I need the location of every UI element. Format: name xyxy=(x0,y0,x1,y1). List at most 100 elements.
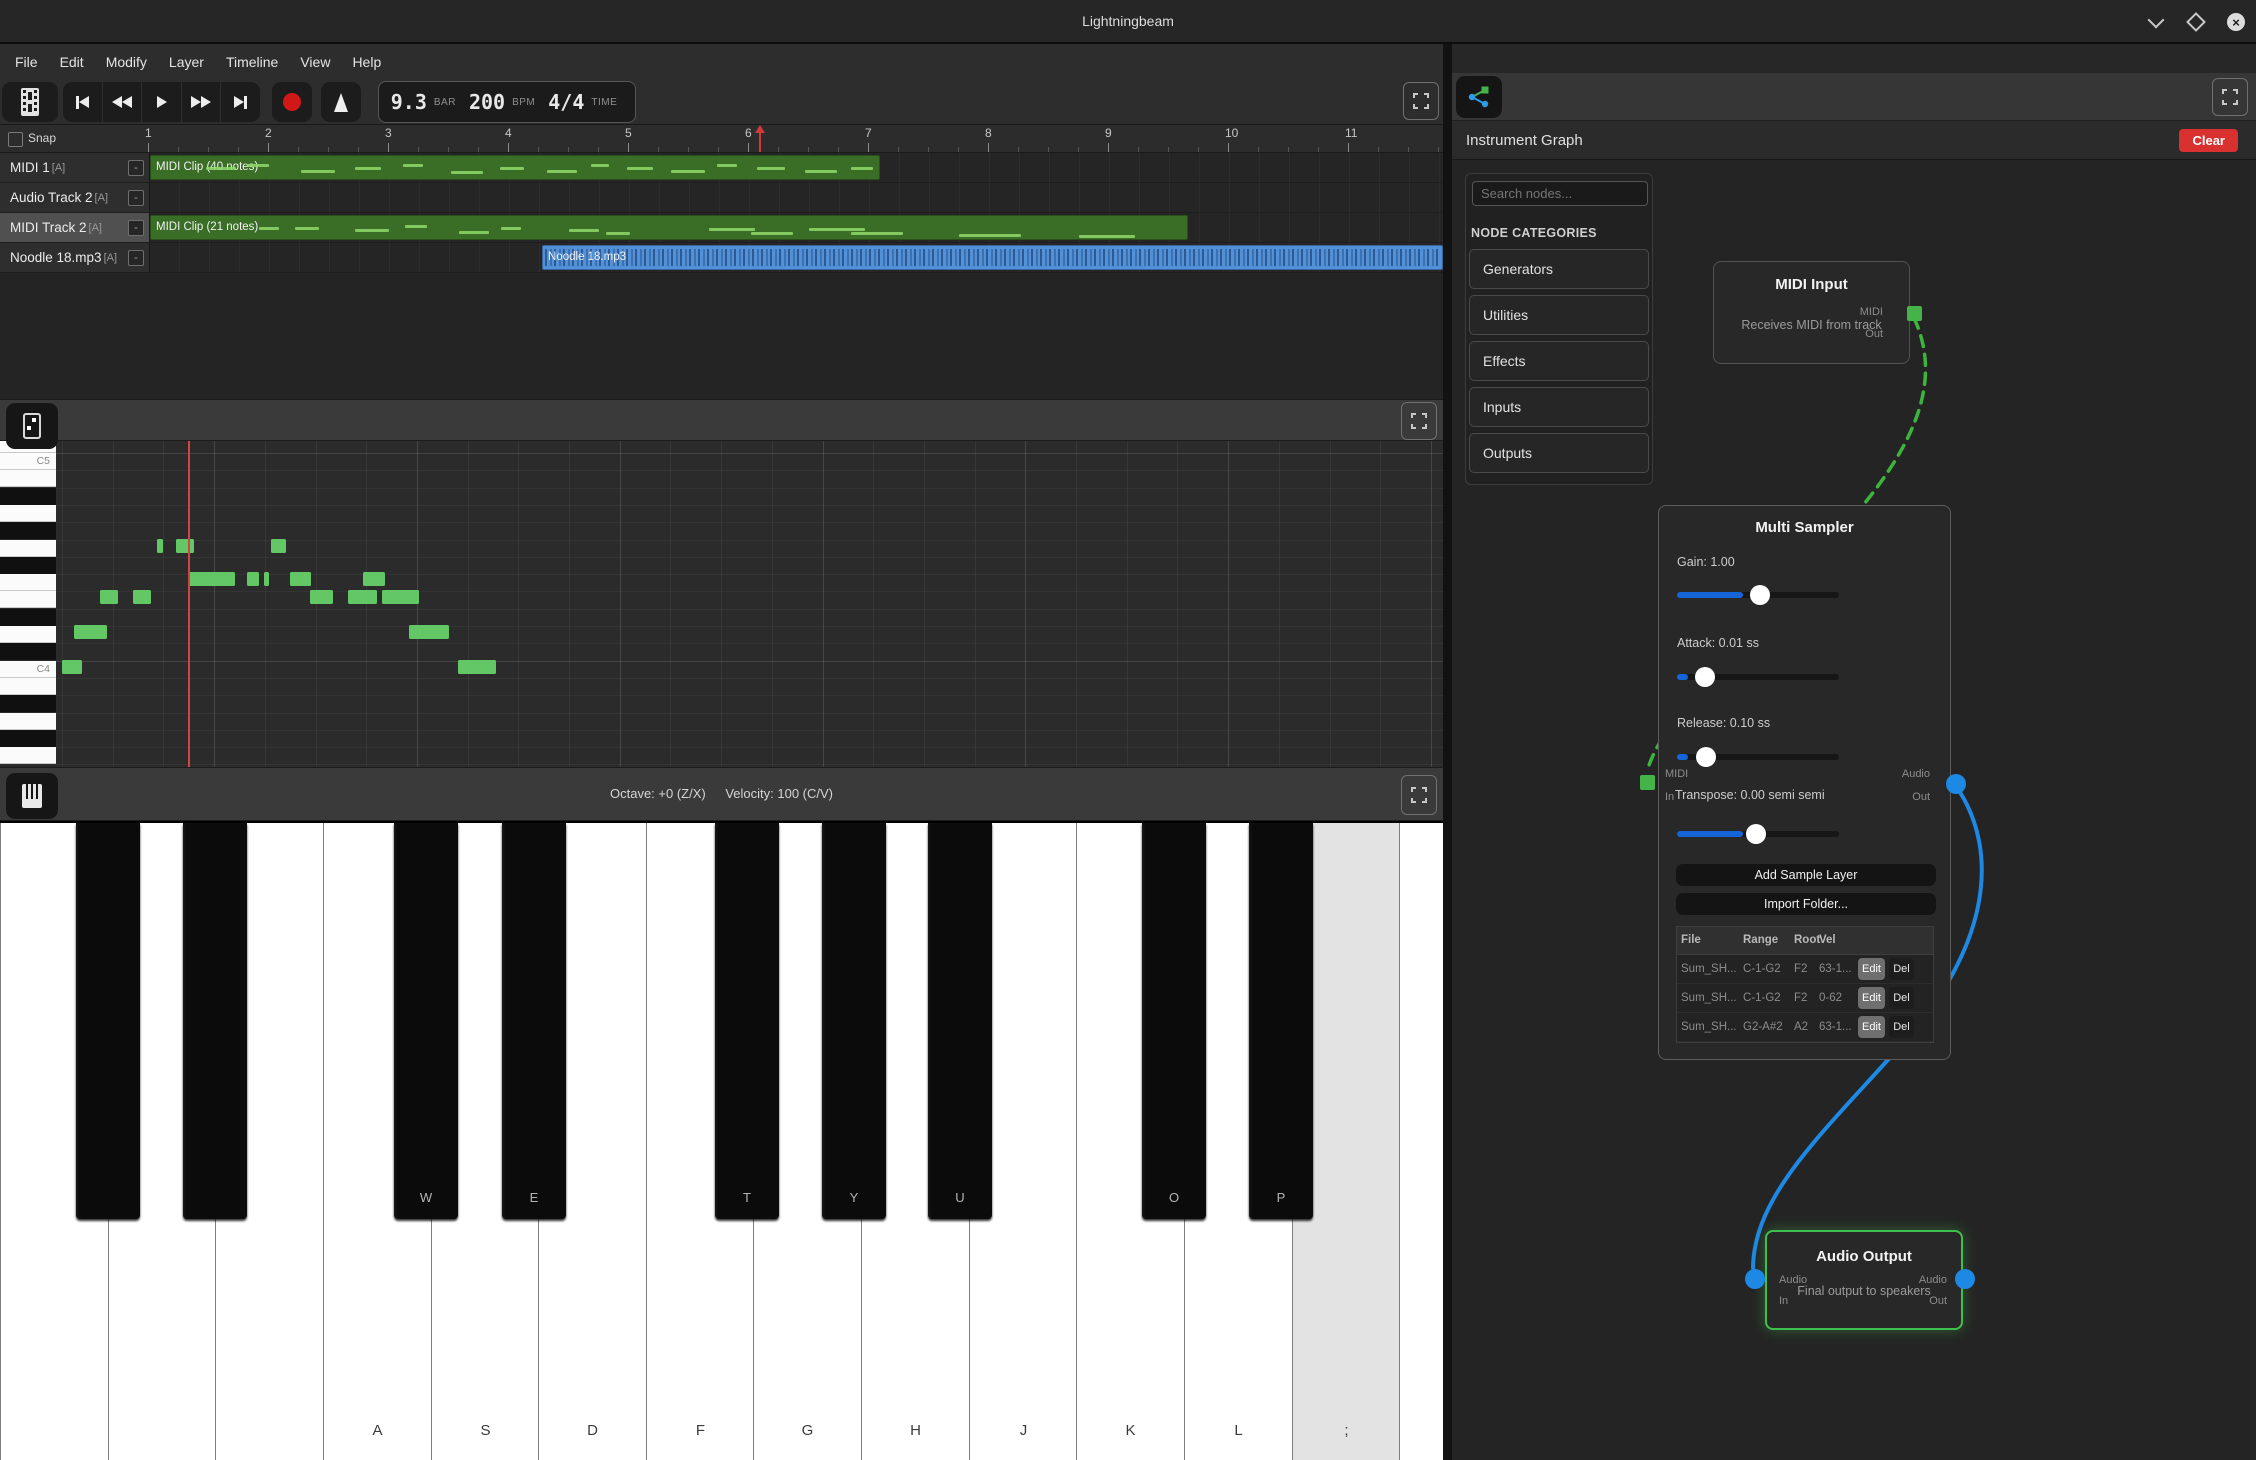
track-label-2[interactable]: Audio Track 2[A]- xyxy=(0,183,150,212)
midi-clip[interactable]: MIDI Clip (21 notes) xyxy=(150,215,1188,240)
audio-out-connector[interactable] xyxy=(1946,774,1966,794)
piano-roll-note[interactable] xyxy=(382,590,419,604)
graph-fullscreen-button[interactable] xyxy=(2212,78,2248,116)
piano-roll-playhead[interactable] xyxy=(188,441,190,767)
edit-layer-button[interactable]: Edit xyxy=(1858,958,1885,980)
piano-roll-note[interactable] xyxy=(458,660,496,674)
audio-clip[interactable]: Noodle 18.mp3 xyxy=(542,245,1443,270)
black-key[interactable]: T xyxy=(715,823,779,1219)
track-lane[interactable]: MIDI Clip (40 notes) xyxy=(150,153,1443,182)
black-key[interactable]: W xyxy=(394,823,458,1219)
mute-checkbox[interactable]: - xyxy=(128,160,144,176)
midi-clip[interactable]: MIDI Clip (40 notes) xyxy=(150,155,880,180)
snap-checkbox[interactable] xyxy=(8,132,23,147)
piano-roll-note[interactable] xyxy=(348,590,377,604)
menu-item-layer[interactable]: Layer xyxy=(158,50,215,74)
record-button[interactable] xyxy=(272,82,312,122)
piano-roll-key[interactable] xyxy=(0,522,56,539)
piano-roll-key[interactable] xyxy=(0,557,56,574)
param-slider[interactable] xyxy=(1677,674,1839,680)
piano-roll-key[interactable] xyxy=(0,678,56,695)
delete-layer-button[interactable]: Del xyxy=(1889,1016,1914,1038)
mute-checkbox[interactable]: - xyxy=(128,220,144,236)
piano-roll-note[interactable] xyxy=(74,625,107,639)
category-button-inputs[interactable]: Inputs xyxy=(1469,387,1649,427)
black-key[interactable]: P xyxy=(1249,823,1313,1219)
piano-roll-key[interactable] xyxy=(0,643,56,660)
piano-roll-note[interactable] xyxy=(310,590,333,604)
piano-roll-note[interactable] xyxy=(157,539,163,553)
category-button-utilities[interactable]: Utilities xyxy=(1469,295,1649,335)
add-sample-layer-button[interactable]: Add Sample Layer xyxy=(1676,864,1936,886)
black-key[interactable]: E xyxy=(502,823,566,1219)
track-lane[interactable] xyxy=(150,183,1443,212)
piano-roll-key[interactable] xyxy=(0,747,56,764)
param-slider[interactable] xyxy=(1677,592,1839,598)
timeline-ruler[interactable]: Snap 1234567891011 xyxy=(0,125,1443,153)
track-lane[interactable]: MIDI Clip (21 notes) xyxy=(150,213,1443,242)
piano-roll-note[interactable] xyxy=(247,572,259,586)
virtual-keyboard[interactable]: ASDFGHJKL;WETYUOP xyxy=(0,821,1443,1460)
film-view-button[interactable] xyxy=(2,82,58,122)
menu-item-modify[interactable]: Modify xyxy=(95,50,158,74)
piano-roll-key[interactable] xyxy=(0,713,56,730)
metronome-button[interactable] xyxy=(321,82,361,122)
slider-thumb[interactable] xyxy=(1696,747,1716,767)
piano-roll-note[interactable] xyxy=(100,590,118,604)
piano-roll-key[interactable]: C5 xyxy=(0,453,56,470)
node-graph-view-button[interactable] xyxy=(1456,76,1502,118)
audio-in-connector[interactable] xyxy=(1745,1269,1765,1289)
minimize-button[interactable] xyxy=(2146,12,2166,32)
piano-roll-key[interactable] xyxy=(0,591,56,608)
fast-forward-button[interactable] xyxy=(182,82,222,122)
clear-button[interactable]: Clear xyxy=(2179,129,2238,152)
skip-back-button[interactable] xyxy=(63,82,103,122)
menu-item-timeline[interactable]: Timeline xyxy=(215,50,289,74)
black-key[interactable]: Y xyxy=(822,823,886,1219)
piano-roll-key[interactable] xyxy=(0,505,56,522)
keyboard-view-button[interactable] xyxy=(6,773,58,819)
piano-roll-key[interactable]: C4 xyxy=(0,661,56,678)
piano-roll-key[interactable] xyxy=(0,626,56,643)
piano-roll-key[interactable] xyxy=(0,695,56,712)
delete-layer-button[interactable]: Del xyxy=(1889,958,1914,980)
param-slider[interactable] xyxy=(1677,754,1839,760)
menu-item-file[interactable]: File xyxy=(4,50,49,74)
piano-roll-note[interactable] xyxy=(363,572,385,586)
piano-roll-key[interactable] xyxy=(0,730,56,747)
slider-thumb[interactable] xyxy=(1750,585,1770,605)
midi-out-connector[interactable] xyxy=(1907,306,1922,321)
menu-item-view[interactable]: View xyxy=(289,50,341,74)
piano-roll-note[interactable] xyxy=(290,572,311,586)
piano-roll-key[interactable] xyxy=(0,540,56,557)
skip-forward-button[interactable] xyxy=(221,82,260,122)
track-lane[interactable]: Noodle 18.mp3 xyxy=(150,243,1443,272)
transpose-slider[interactable] xyxy=(1677,831,1839,837)
multi-sampler-node[interactable]: Multi Sampler Gain: 1.00Attack: 0.01 ssR… xyxy=(1658,505,1951,1060)
playhead-marker[interactable] xyxy=(759,126,761,152)
piano-roll-note[interactable] xyxy=(271,539,286,553)
midi-input-node[interactable]: MIDI Input Receives MIDI from track MIDI… xyxy=(1713,261,1910,364)
keyboard-fullscreen-button[interactable] xyxy=(1401,775,1437,815)
play-button[interactable] xyxy=(142,82,182,122)
audio-out-connector[interactable] xyxy=(1955,1269,1975,1289)
close-button[interactable]: × xyxy=(2226,12,2246,32)
piano-roll-view-button[interactable] xyxy=(6,403,58,449)
piano-roll-key[interactable] xyxy=(0,574,56,591)
slider-thumb[interactable] xyxy=(1695,667,1715,687)
piano-roll-note[interactable] xyxy=(62,660,82,674)
piano-roll-note[interactable] xyxy=(176,539,194,553)
piano-roll-note[interactable] xyxy=(409,625,449,639)
menu-item-help[interactable]: Help xyxy=(341,50,392,74)
black-key[interactable]: U xyxy=(928,823,992,1219)
piano-roll-note[interactable] xyxy=(188,572,235,586)
edit-layer-button[interactable]: Edit xyxy=(1858,1016,1885,1038)
timeline-fullscreen-button[interactable] xyxy=(1403,82,1439,120)
menu-item-edit[interactable]: Edit xyxy=(49,50,95,74)
mute-checkbox[interactable]: - xyxy=(128,190,144,206)
white-key[interactable] xyxy=(1399,823,1443,1460)
midi-in-connector[interactable] xyxy=(1640,775,1655,790)
edit-layer-button[interactable]: Edit xyxy=(1858,987,1885,1009)
black-key[interactable]: O xyxy=(1142,823,1206,1219)
audio-output-node[interactable]: Audio Output Final output to speakers Au… xyxy=(1765,1230,1963,1330)
